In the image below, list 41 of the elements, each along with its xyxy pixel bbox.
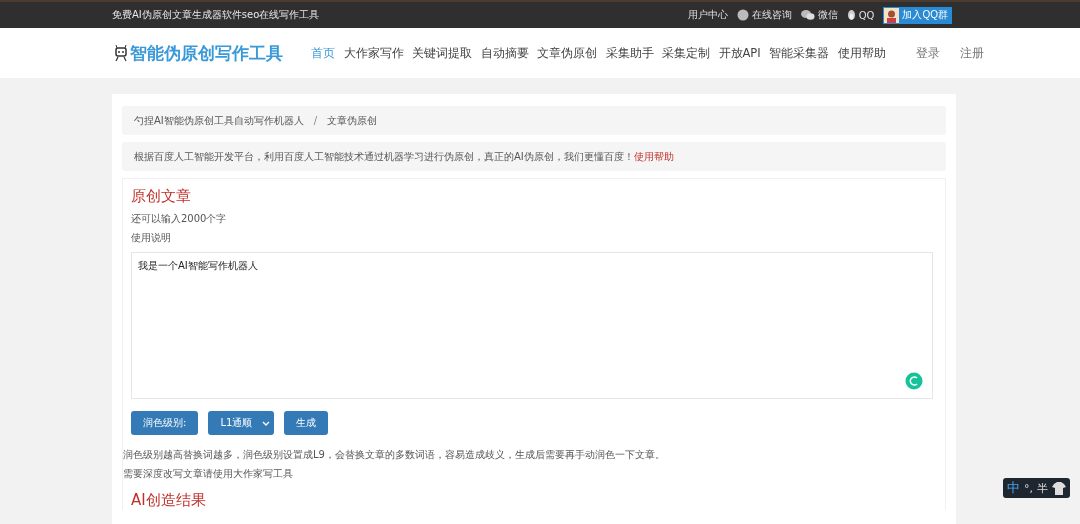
ime-width[interactable]: 半 bbox=[1037, 480, 1048, 496]
nav-link[interactable]: 自动摘要 bbox=[480, 45, 529, 61]
nav-link[interactable]: 智能采集器 bbox=[769, 45, 830, 61]
instructions-text: 使用说明 bbox=[131, 231, 172, 245]
nav-link[interactable]: 开放API bbox=[718, 45, 761, 61]
nav-link[interactable]: 使用帮助 bbox=[837, 45, 886, 61]
section-title: AI创造结果 bbox=[131, 491, 207, 510]
help-link[interactable]: 使用帮助 bbox=[633, 150, 674, 162]
chevron-down-icon bbox=[262, 420, 271, 426]
note-text: 需要深度改写文章请使用大作家写工具 bbox=[123, 467, 294, 481]
generate-button[interactable]: 生成 bbox=[284, 411, 329, 435]
robot-icon bbox=[114, 44, 128, 62]
ime-mode[interactable]: 中 bbox=[1007, 479, 1020, 497]
join-group-button[interactable]: 加入QQ群 bbox=[883, 6, 952, 24]
char-counter: 还可以输入2000个字 bbox=[131, 212, 228, 226]
avatar-icon bbox=[884, 7, 900, 23]
article-input[interactable]: 我是一个AI智能写作机器人 bbox=[131, 252, 933, 399]
top-link[interactable]: 微信 bbox=[817, 8, 838, 22]
note-text: 润色级别越高替换词越多，润色级别设置成L9，会替换文章的多数词语，容易造成歧义，生成后需要再手动润色一下文章。 bbox=[123, 448, 666, 462]
ime-punctuation[interactable]: °, bbox=[1024, 481, 1033, 495]
shirt-icon bbox=[1052, 481, 1066, 495]
auth-link[interactable]: 注册 bbox=[959, 45, 984, 61]
breadcrumb-separator: / bbox=[312, 115, 319, 126]
breadcrumb-link[interactable]: 文章伪原创 bbox=[327, 113, 378, 128]
level-label-button[interactable]: 润色级别: bbox=[131, 411, 199, 435]
auth-link[interactable]: 登录 bbox=[915, 45, 940, 61]
wechat-icon bbox=[800, 9, 815, 21]
level-dropdown[interactable]: L1通顺 bbox=[208, 411, 275, 435]
breadcrumb-link[interactable]: 勺捏AI智能伪原创工具自动写作机器人 bbox=[134, 113, 304, 128]
section-title: 原创文章 bbox=[131, 187, 192, 206]
notice-text: 根据百度人工智能开发平台，利用百度人工智能技术通过机器学习进行伪原创，真正的AI伪原创，我们更懂百度！使用帮助 bbox=[134, 149, 674, 164]
top-link[interactable]: 在线咨询 bbox=[751, 8, 792, 22]
assistant-icon bbox=[905, 372, 923, 390]
nav-link[interactable]: 采集定制 bbox=[662, 45, 710, 61]
top-link[interactable]: 用户中心 bbox=[687, 8, 728, 22]
nav-link[interactable]: 关键词提取 bbox=[412, 45, 472, 61]
nav-link[interactable]: 大作家写作 bbox=[343, 45, 404, 61]
nav-link[interactable]: 文章伪原创 bbox=[537, 45, 597, 61]
nav-link[interactable]: 采集助手 bbox=[605, 45, 654, 61]
top-link[interactable]: QQ bbox=[858, 9, 875, 21]
site-tagline: 免费AI伪原创文章生成器软件seo在线写作工具 bbox=[112, 8, 321, 22]
